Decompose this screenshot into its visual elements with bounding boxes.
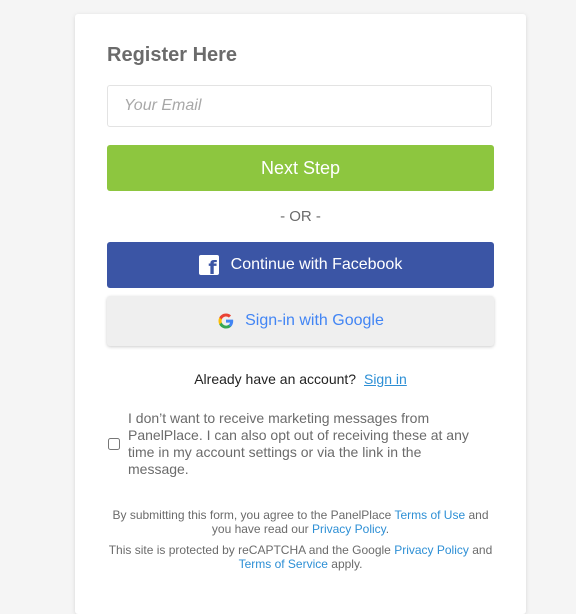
terms-of-service-link[interactable]: Terms of Service <box>239 557 328 571</box>
facebook-icon: f <box>198 255 219 275</box>
or-divider: - OR - <box>280 208 321 225</box>
recaptcha-notice-suffix: apply. <box>331 557 363 571</box>
sign-in-link[interactable]: Sign in <box>364 371 407 387</box>
email-input[interactable] <box>107 85 492 127</box>
register-card: Register Here Next Step - OR - f Continu… <box>75 14 526 614</box>
google-button-label: Sign-in with Google <box>245 312 384 329</box>
marketing-optout-label: I don’t want to receive marketing messag… <box>128 410 469 477</box>
recaptcha-notice-prefix: This site is protected by reCAPTCHA and … <box>108 543 391 557</box>
marketing-optout-checkbox[interactable] <box>108 438 120 450</box>
terms-notice-period: . <box>385 522 390 536</box>
terms-notice: By submitting this form, you agree to th… <box>107 508 494 536</box>
terms-notice-prefix: By submitting this form, you agree to th… <box>112 508 392 522</box>
account-prompt: Already have an account? Sign in <box>107 371 494 387</box>
recaptcha-notice: This site is protected by reCAPTCHA and … <box>107 543 494 571</box>
facebook-button-label: Continue with Facebook <box>230 256 403 273</box>
form-title: Register Here <box>107 44 238 66</box>
account-question: Already have an account? <box>194 371 357 387</box>
google-login-button[interactable]: Sign-in with Google <box>107 296 494 346</box>
recaptcha-notice-and: and <box>472 543 493 557</box>
terms-of-use-link[interactable]: Terms of Use <box>394 508 465 522</box>
facebook-login-button[interactable]: f Continue with Facebook <box>107 242 494 288</box>
google-icon <box>218 313 234 329</box>
next-step-button[interactable]: Next Step <box>107 145 494 191</box>
google-privacy-policy-link[interactable]: Privacy Policy <box>394 543 469 557</box>
privacy-policy-link[interactable]: Privacy Policy <box>312 522 386 536</box>
